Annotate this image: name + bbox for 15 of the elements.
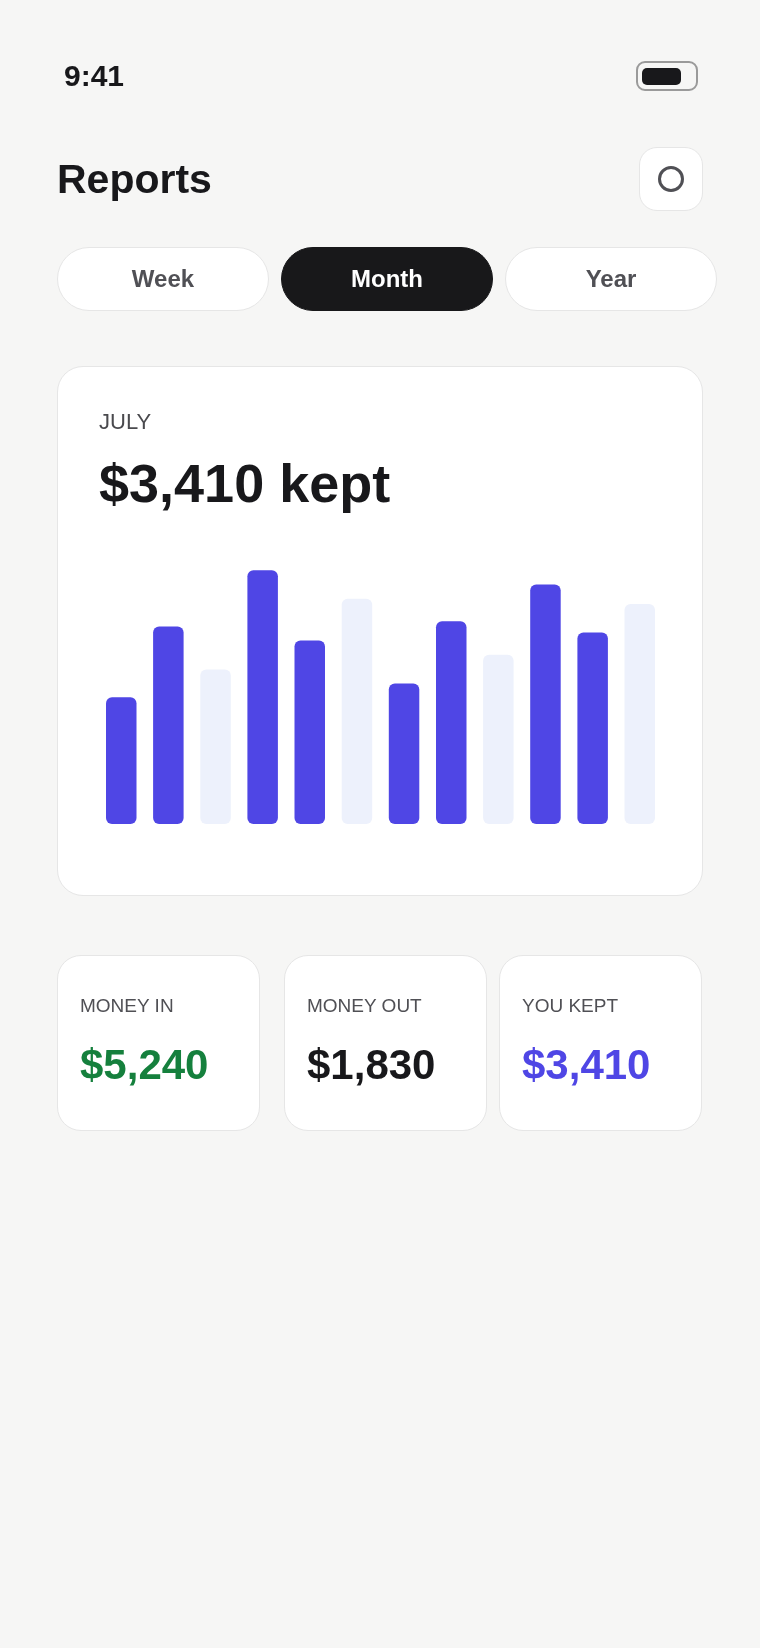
period-label: JULY <box>99 411 152 433</box>
status-time: 9:41 <box>64 61 125 91</box>
period-tab[interactable]: Week <box>57 247 269 311</box>
period-tab[interactable]: Month <box>281 247 493 311</box>
period-tab[interactable]: Year <box>505 247 717 311</box>
ring-icon <box>658 166 684 192</box>
page-title: Reports <box>57 158 212 200</box>
stat-label: MONEY IN <box>80 996 174 1015</box>
header-action-button[interactable] <box>639 147 703 211</box>
stat-value: $1,830 <box>307 1044 436 1086</box>
stat-value: $5,240 <box>80 1044 209 1086</box>
battery-icon <box>636 61 698 91</box>
stat-label: YOU KEPT <box>522 996 619 1015</box>
stat-label: MONEY OUT <box>307 996 422 1015</box>
stat-value: $3,410 <box>522 1044 651 1086</box>
